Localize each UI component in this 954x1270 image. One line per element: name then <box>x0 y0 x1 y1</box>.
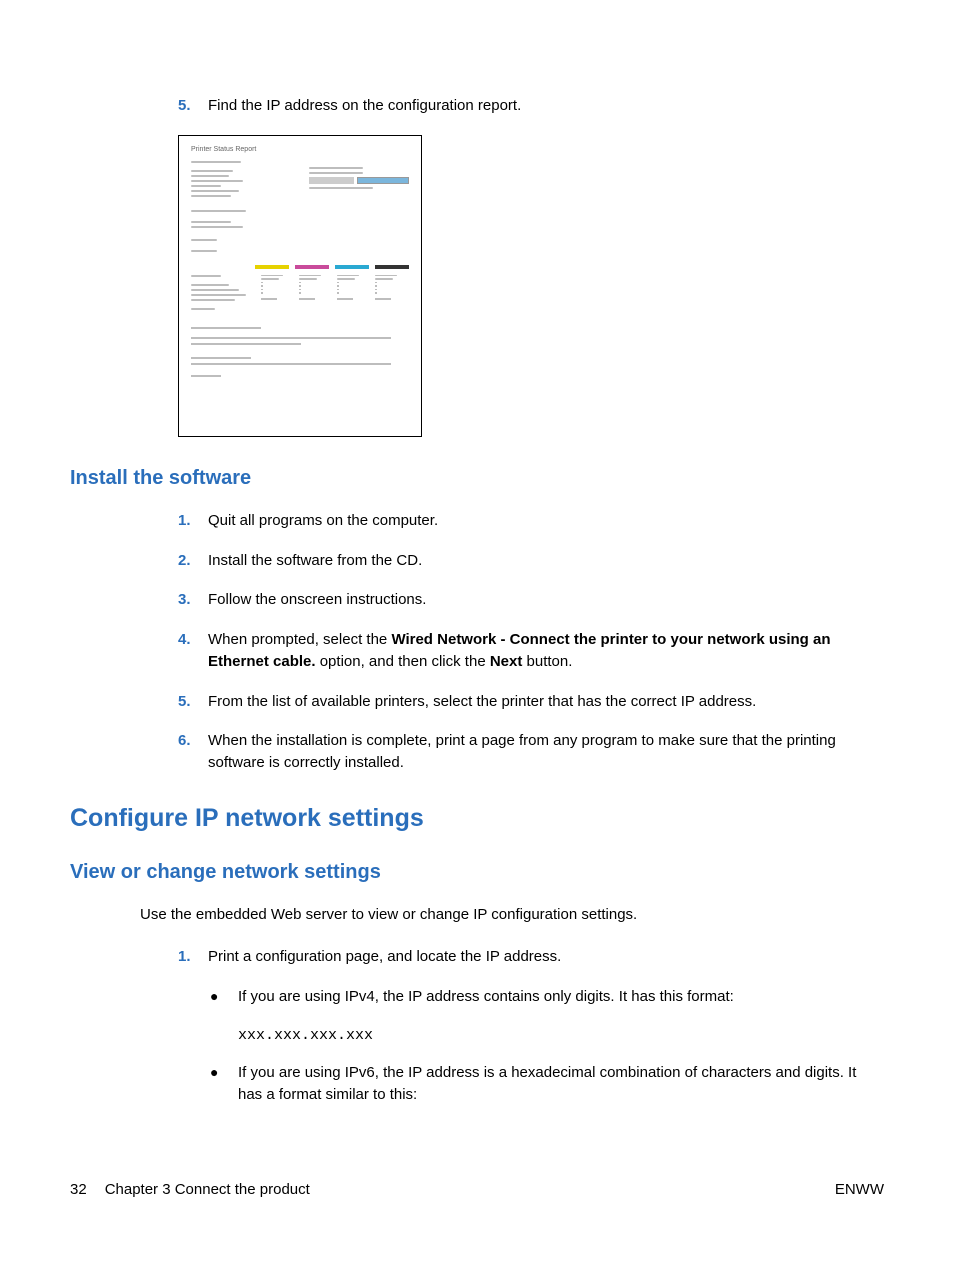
list-text: Install the software from the CD. <box>208 550 884 572</box>
list-number: 5. <box>178 95 208 117</box>
bold-text: Next <box>490 653 523 670</box>
list-item: 6. When the installation is complete, pr… <box>178 730 884 774</box>
list-number: 4. <box>178 629 208 673</box>
step-5-find-ip: 5. Find the IP address on the configurat… <box>178 95 884 117</box>
list-text: Quit all programs on the computer. <box>208 510 884 532</box>
heading-view-change: View or change network settings <box>70 861 884 884</box>
bullet-text: If you are using IPv4, the IP address co… <box>238 986 884 1009</box>
list-text: Find the IP address on the configuration… <box>208 95 884 117</box>
list-number: 5. <box>178 691 208 713</box>
list-number: 6. <box>178 730 208 774</box>
chapter-title: Chapter 3 Connect the product <box>105 1181 310 1198</box>
view-intro-text: Use the embedded Web server to view or c… <box>140 904 884 927</box>
text-segment: option, and then click the <box>316 653 490 670</box>
list-item: 1. Quit all programs on the computer. <box>178 510 884 532</box>
figure-wrapper: Printer Status Report <box>178 135 884 437</box>
list-item: 5. From the list of available printers, … <box>178 691 884 713</box>
list-item: 1. Print a configuration page, and locat… <box>178 946 884 968</box>
list-text: Follow the onscreen instructions. <box>208 589 884 611</box>
list-number: 2. <box>178 550 208 572</box>
bullet-icon: ● <box>210 1062 238 1107</box>
bullet-icon: ● <box>210 986 238 1009</box>
view-steps: 1. Print a configuration page, and locat… <box>178 946 884 1106</box>
footer-right: ENWW <box>835 1181 884 1198</box>
text-segment: button. <box>522 653 572 670</box>
heading-configure-ip: Configure IP network settings <box>70 804 884 833</box>
list-item: 2. Install the software from the CD. <box>178 550 884 572</box>
install-steps: 1. Quit all programs on the computer. 2.… <box>178 510 884 774</box>
figure-title: Printer Status Report <box>191 146 409 153</box>
list-number: 1. <box>178 946 208 968</box>
list-item: 3. Follow the onscreen instructions. <box>178 589 884 611</box>
bullet-item-ipv6: ● If you are using IPv6, the IP address … <box>210 1062 884 1107</box>
list-text: Print a configuration page, and locate t… <box>208 946 884 968</box>
footer-left: 32 Chapter 3 Connect the product <box>70 1181 310 1198</box>
bullet-text: If you are using IPv6, the IP address is… <box>238 1062 884 1107</box>
text-segment: When prompted, select the <box>208 631 391 648</box>
ipv4-format: xxx.xxx.xxx.xxx <box>238 1027 884 1044</box>
list-text: When prompted, select the Wired Network … <box>208 629 884 673</box>
bullet-item-ipv4: ● If you are using IPv4, the IP address … <box>210 986 884 1009</box>
list-number: 1. <box>178 510 208 532</box>
figure-color-bars <box>191 265 409 269</box>
printer-status-report-figure: Printer Status Report <box>178 135 422 437</box>
list-item: 4. When prompted, select the Wired Netwo… <box>178 629 884 673</box>
list-item: 5. Find the IP address on the configurat… <box>178 95 884 117</box>
page-footer: 32 Chapter 3 Connect the product ENWW <box>70 1181 884 1198</box>
heading-install-software: Install the software <box>70 467 884 490</box>
figure-bottom-section <box>191 327 409 377</box>
figure-top-section <box>191 161 409 255</box>
list-number: 3. <box>178 589 208 611</box>
list-text: From the list of available printers, sel… <box>208 691 884 713</box>
page-number: 32 <box>70 1181 87 1198</box>
list-text: When the installation is complete, print… <box>208 730 884 774</box>
